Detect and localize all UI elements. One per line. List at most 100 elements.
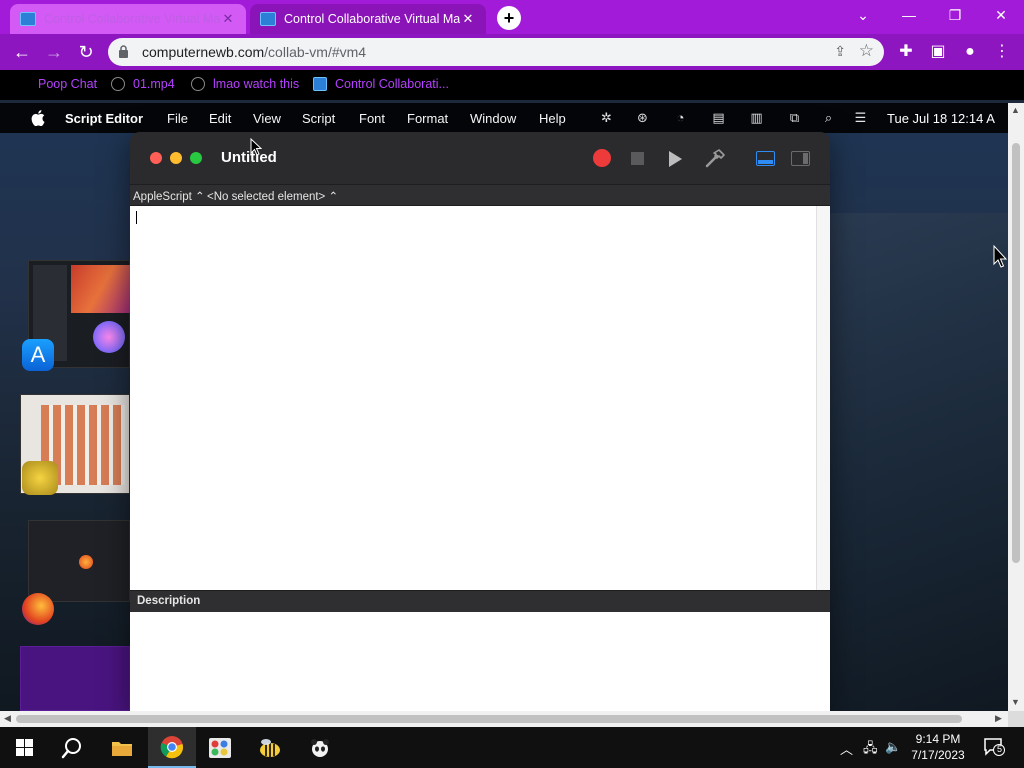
scroll-down-arrow-icon[interactable]: ▼ bbox=[1011, 697, 1020, 707]
bee-taskbar-button[interactable] bbox=[246, 727, 294, 768]
monitor-icon bbox=[260, 12, 276, 26]
description-text-area[interactable] bbox=[130, 612, 830, 711]
folder-icon bbox=[112, 741, 132, 756]
reload-icon[interactable]: ↻ bbox=[72, 38, 100, 66]
file-explorer-button[interactable] bbox=[98, 727, 146, 768]
extensions-puzzle-icon[interactable]: ✚ bbox=[894, 40, 918, 64]
close-window-button[interactable]: ✕ bbox=[978, 0, 1024, 32]
lock-icon bbox=[119, 45, 128, 58]
show-sidebar-icon[interactable] bbox=[791, 151, 810, 166]
menu-file[interactable]: File bbox=[167, 111, 188, 126]
bookmark-star-icon[interactable]: ☆ bbox=[859, 41, 874, 61]
paint-palette-icon bbox=[209, 737, 231, 758]
timer-icon[interactable]: ◔ bbox=[672, 110, 689, 125]
bookmark-label: 01.mp4 bbox=[133, 77, 175, 91]
menu-script[interactable]: Script bbox=[302, 111, 335, 126]
scrollbar-corner bbox=[1008, 711, 1024, 727]
bookmark-item[interactable]: Control Collaborati... bbox=[313, 77, 449, 91]
close-window-dot[interactable] bbox=[150, 152, 162, 164]
show-log-pane-icon[interactable] bbox=[756, 151, 775, 166]
panda-taskbar-button[interactable] bbox=[296, 727, 344, 768]
sidebar-icon[interactable]: ▥ bbox=[748, 110, 765, 125]
window-thumbnail[interactable] bbox=[28, 520, 130, 602]
scroll-right-arrow-icon[interactable]: ▶ bbox=[995, 713, 1002, 724]
script-status-icon[interactable]: ⊛ bbox=[634, 110, 651, 125]
profile-icon[interactable]: ● bbox=[958, 40, 982, 64]
share-icon[interactable]: ⇪ bbox=[834, 43, 846, 60]
bookmark-item[interactable]: 01.mp4 bbox=[111, 77, 175, 91]
run-button[interactable] bbox=[669, 151, 682, 167]
address-bar[interactable]: computernewb.com/collab-vm/#vm4 ⇪ ☆ bbox=[108, 38, 884, 66]
start-button[interactable] bbox=[0, 727, 48, 768]
keyboard-icon[interactable]: ▤ bbox=[710, 110, 727, 125]
app-store-icon[interactable]: A bbox=[22, 339, 54, 371]
language-selector[interactable]: AppleScript ⌃ bbox=[133, 189, 205, 203]
minimize-window-dot[interactable] bbox=[170, 152, 182, 164]
bookmarks-bar: Poop Chat 01.mp4 lmao watch this Control… bbox=[0, 70, 1024, 100]
menu-format[interactable]: Format bbox=[407, 111, 448, 126]
page-vertical-scrollbar[interactable]: ▲ ▼ bbox=[1008, 103, 1024, 711]
taskbar-clock[interactable]: 9:14 PM 7/17/2023 bbox=[903, 731, 973, 763]
network-icon[interactable]: 🖧 bbox=[863, 739, 878, 761]
notification-count: 5 bbox=[996, 744, 1002, 754]
search-button[interactable] bbox=[48, 727, 96, 768]
page-horizontal-scrollbar[interactable]: ◀ ▶ bbox=[0, 711, 1008, 727]
side-panel-icon[interactable]: ▣ bbox=[926, 40, 950, 64]
firefox-icon[interactable] bbox=[22, 593, 54, 625]
scrollbar-thumb[interactable] bbox=[16, 715, 962, 723]
show-hidden-icons-chevron[interactable]: ︿ bbox=[840, 739, 853, 758]
close-icon[interactable]: ✕ bbox=[220, 11, 236, 27]
notification-center-button[interactable]: 5 bbox=[983, 737, 1005, 757]
mouse-pointer-icon bbox=[993, 245, 1007, 268]
bee-app-icon[interactable] bbox=[22, 461, 58, 495]
thumbnail-preview bbox=[93, 321, 125, 353]
url-text: computernewb.com/collab-vm/#vm4 bbox=[142, 44, 366, 60]
vm-display[interactable]: Script Editor File Edit View Script Font… bbox=[0, 103, 1008, 711]
menu-font[interactable]: Font bbox=[359, 111, 385, 126]
tab-search-chevron-icon[interactable]: ⌄ bbox=[840, 0, 886, 32]
browser-tab-1[interactable]: Control Collaborative Virtual Ma ✕ bbox=[10, 4, 246, 34]
bookmark-item[interactable]: Poop Chat bbox=[38, 77, 97, 91]
editor-scrollbar[interactable] bbox=[816, 206, 830, 590]
description-label: Description bbox=[137, 595, 201, 607]
bookmark-item[interactable]: lmao watch this bbox=[191, 77, 299, 91]
chrome-taskbar-button[interactable] bbox=[148, 727, 196, 768]
mouse-pointer-icon bbox=[250, 138, 262, 156]
menu-window[interactable]: Window bbox=[470, 111, 516, 126]
volume-muted-icon[interactable]: 🔈 bbox=[885, 739, 901, 755]
zoom-window-dot[interactable] bbox=[190, 152, 202, 164]
scrollbar-thumb[interactable] bbox=[1012, 143, 1020, 563]
scroll-up-arrow-icon[interactable]: ▲ bbox=[1011, 105, 1020, 115]
windows-icon[interactable]: ⧉ bbox=[786, 110, 803, 125]
menu-bar-clock[interactable]: Tue Jul 18 12:14 A bbox=[887, 111, 995, 126]
browser-tab-2[interactable]: Control Collaborative Virtual Mac ✕ bbox=[250, 4, 486, 34]
scroll-left-arrow-icon[interactable]: ◀ bbox=[4, 713, 11, 724]
script-text-area[interactable] bbox=[130, 206, 816, 590]
menu-app-name[interactable]: Script Editor bbox=[65, 111, 143, 126]
kebab-menu-icon[interactable]: ⋮ bbox=[990, 40, 1014, 64]
back-arrow-icon[interactable]: ← bbox=[8, 38, 36, 66]
thumbnail-preview bbox=[71, 265, 131, 313]
restore-button[interactable]: ❐ bbox=[932, 0, 978, 32]
bee-icon[interactable]: ✲ bbox=[598, 110, 615, 125]
monitor-icon bbox=[20, 12, 36, 26]
close-icon[interactable]: ✕ bbox=[460, 11, 476, 27]
menu-help[interactable]: Help bbox=[539, 111, 566, 126]
apple-logo-icon[interactable] bbox=[31, 110, 45, 126]
spotlight-search-icon[interactable]: ⌕ bbox=[820, 110, 837, 125]
paint-taskbar-button[interactable] bbox=[196, 727, 244, 768]
stop-button[interactable] bbox=[631, 152, 644, 165]
minimize-button[interactable]: — bbox=[886, 0, 932, 32]
window-title: Untitled bbox=[221, 149, 277, 166]
control-center-icon[interactable]: ☰ bbox=[852, 110, 869, 125]
compile-hammer-icon[interactable] bbox=[704, 147, 726, 169]
record-button[interactable] bbox=[593, 149, 611, 167]
menu-view[interactable]: View bbox=[253, 111, 281, 126]
globe-icon bbox=[191, 77, 205, 91]
new-tab-button[interactable]: + bbox=[497, 6, 521, 30]
window-titlebar[interactable]: Untitled bbox=[130, 132, 830, 184]
menu-edit[interactable]: Edit bbox=[209, 111, 231, 126]
window-thumbnail[interactable] bbox=[20, 646, 130, 711]
element-selector[interactable]: <No selected element> ⌃ bbox=[207, 189, 338, 203]
forward-arrow-icon[interactable]: → bbox=[40, 38, 68, 66]
